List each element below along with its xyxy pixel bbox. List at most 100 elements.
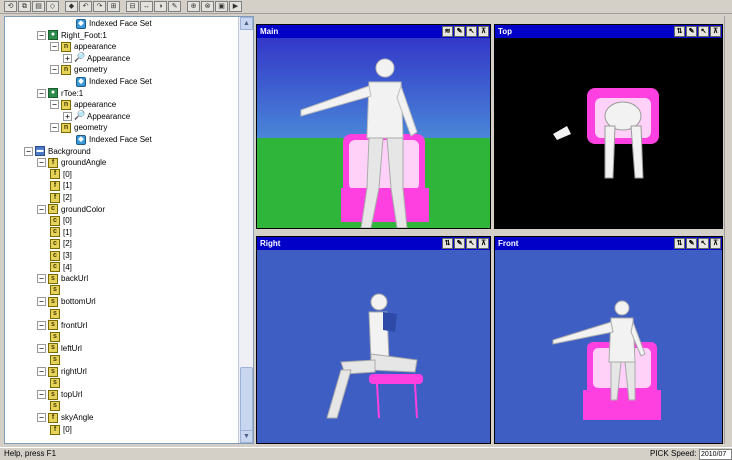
- toolbar-button-icon[interactable]: ↶: [79, 1, 92, 12]
- tree-node[interactable]: + 🔎 Appearance: [63, 111, 130, 122]
- toolbar-button-icon[interactable]: ▶: [229, 1, 242, 12]
- tree-node[interactable]: s: [50, 354, 63, 365]
- tree-node[interactable]: − n geometry: [50, 122, 107, 133]
- tree-node[interactable]: − ● Right_Foot:1: [37, 30, 107, 41]
- scroll-thumb[interactable]: [240, 367, 253, 435]
- collapse-icon[interactable]: −: [50, 123, 59, 133]
- tree-node[interactable]: ◆ Indexed Face Set: [76, 76, 152, 87]
- tree-scrollbar[interactable]: ▲ ▼: [238, 17, 253, 443]
- field-node-icon: n: [61, 41, 71, 52]
- collapse-icon[interactable]: −: [37, 320, 46, 330]
- toolbar-button-icon[interactable]: ⊗: [201, 1, 214, 12]
- tree-node[interactable]: s: [50, 378, 63, 389]
- pencil-icon[interactable]: ✎: [454, 26, 465, 37]
- tree-node[interactable]: s: [50, 331, 63, 342]
- pencil-icon[interactable]: ✎: [454, 238, 465, 249]
- tree-node[interactable]: − s rightUrl: [37, 366, 87, 377]
- toolbar-button-icon[interactable]: ⟲: [4, 1, 17, 12]
- toolbar-button-icon[interactable]: ↷: [93, 1, 106, 12]
- tree-node[interactable]: − s topUrl: [37, 389, 82, 400]
- viewport-right-canvas[interactable]: [257, 250, 490, 443]
- view-mode-icon[interactable]: ≋: [442, 26, 453, 37]
- camera-icon[interactable]: ⊼: [478, 238, 489, 249]
- collapse-icon[interactable]: −: [37, 367, 46, 376]
- camera-icon[interactable]: ⊼: [478, 26, 489, 37]
- tree-node[interactable]: − s backUrl: [37, 273, 88, 284]
- collapse-icon[interactable]: −: [24, 146, 33, 156]
- tree-node[interactable]: − c groundColor: [37, 204, 105, 215]
- scroll-down-arrow-icon[interactable]: ▼: [240, 430, 253, 443]
- tree-node[interactable]: s: [50, 401, 63, 412]
- collapse-icon[interactable]: −: [37, 390, 46, 400]
- toolbar-button-icon[interactable]: ⊕: [187, 1, 200, 12]
- viewport-top-canvas[interactable]: [495, 38, 722, 228]
- collapse-icon[interactable]: −: [50, 42, 59, 52]
- tree-node[interactable]: − ● rToe:1: [37, 88, 83, 99]
- toolbar-button-icon[interactable]: ▤: [32, 1, 45, 12]
- toolbar-button-icon[interactable]: ◑: [154, 1, 167, 12]
- tree-node[interactable]: − n geometry: [50, 64, 107, 75]
- collapse-icon[interactable]: −: [50, 65, 59, 75]
- orbit-icon[interactable]: ⇅: [674, 238, 685, 249]
- tree-node[interactable]: − n appearance: [50, 41, 116, 52]
- tree-node[interactable]: f [0]: [50, 424, 72, 435]
- viewport-right[interactable]: Right ⇅ ✎ ↖ ⊼: [256, 236, 491, 444]
- tree-node[interactable]: f [1]: [50, 180, 72, 191]
- collapse-icon[interactable]: −: [37, 413, 46, 423]
- tree-node[interactable]: − ▬ Background: [24, 146, 91, 157]
- pencil-icon[interactable]: ✎: [686, 26, 697, 37]
- tree-node[interactable]: + 🔎 Appearance: [63, 53, 130, 64]
- toolbar-button-icon[interactable]: ⧉: [18, 1, 31, 12]
- tree-node[interactable]: c [0]: [50, 215, 72, 226]
- collapse-icon[interactable]: −: [37, 158, 46, 168]
- toolbar-button-icon[interactable]: ⊟: [126, 1, 139, 12]
- collapse-icon[interactable]: −: [37, 343, 46, 353]
- pointer-icon[interactable]: ↖: [698, 26, 709, 37]
- tree-node[interactable]: − f groundAngle: [37, 157, 106, 168]
- tree-node[interactable]: c [2]: [50, 238, 72, 249]
- toolbar-button-icon[interactable]: ▣: [215, 1, 228, 12]
- tree-node[interactable]: − s bottomUrl: [37, 296, 96, 307]
- collapse-icon[interactable]: −: [37, 30, 46, 40]
- camera-icon[interactable]: ⊼: [710, 26, 721, 37]
- toolbar-button-icon[interactable]: ◆: [65, 1, 78, 12]
- pointer-icon[interactable]: ↖: [698, 238, 709, 249]
- tree-node[interactable]: f [0]: [50, 169, 72, 180]
- viewport-main-canvas[interactable]: [257, 38, 490, 228]
- tree-node[interactable]: ◆ Indexed Face Set: [76, 18, 152, 29]
- pointer-icon[interactable]: ↖: [466, 238, 477, 249]
- collapse-icon[interactable]: −: [37, 297, 46, 307]
- viewport-front-canvas[interactable]: [495, 250, 722, 443]
- expand-icon[interactable]: +: [63, 111, 72, 121]
- tree-node[interactable]: c [3]: [50, 250, 72, 261]
- orbit-icon[interactable]: ⇅: [442, 238, 453, 249]
- camera-icon[interactable]: ⊼: [710, 238, 721, 249]
- collapse-icon[interactable]: −: [37, 274, 46, 284]
- tree-node[interactable]: − f skyAngle: [37, 412, 93, 423]
- toolbar-button-icon[interactable]: ✎: [168, 1, 181, 12]
- tree-node[interactable]: − n appearance: [50, 99, 116, 110]
- pointer-icon[interactable]: ↖: [466, 26, 477, 37]
- collapse-icon[interactable]: −: [37, 204, 46, 214]
- collapse-icon[interactable]: −: [50, 100, 59, 110]
- tree-node[interactable]: c [1]: [50, 227, 72, 238]
- tree-node[interactable]: s: [50, 308, 63, 319]
- toolbar-button-icon[interactable]: ◇: [46, 1, 59, 12]
- scroll-up-arrow-icon[interactable]: ▲: [240, 17, 253, 30]
- pencil-icon[interactable]: ✎: [686, 238, 697, 249]
- tree-node[interactable]: s: [50, 285, 63, 296]
- collapse-icon[interactable]: −: [37, 88, 46, 98]
- orbit-icon[interactable]: ⇅: [674, 26, 685, 37]
- tree-node[interactable]: ◆ Indexed Face Set: [76, 134, 152, 145]
- tree-node[interactable]: f [2]: [50, 192, 72, 203]
- toolbar-button-icon[interactable]: ⊞: [107, 1, 120, 12]
- viewport-main[interactable]: Main ≋ ✎ ↖ ⊼: [256, 24, 491, 229]
- expand-icon[interactable]: +: [63, 53, 72, 63]
- scene-graph-tree[interactable]: ◆ Indexed Face Set − ● Right_Foot:1− n appeara…: [4, 16, 254, 444]
- viewport-top[interactable]: Top ⇅ ✎ ↖ ⊼: [494, 24, 723, 229]
- tree-node[interactable]: − s leftUrl: [37, 343, 82, 354]
- toolbar-button-icon[interactable]: ↔: [140, 1, 153, 12]
- tree-node[interactable]: c [4]: [50, 262, 72, 273]
- tree-node[interactable]: − s frontUrl: [37, 320, 87, 331]
- viewport-front[interactable]: Front ⇅ ✎ ↖ ⊼: [494, 236, 723, 444]
